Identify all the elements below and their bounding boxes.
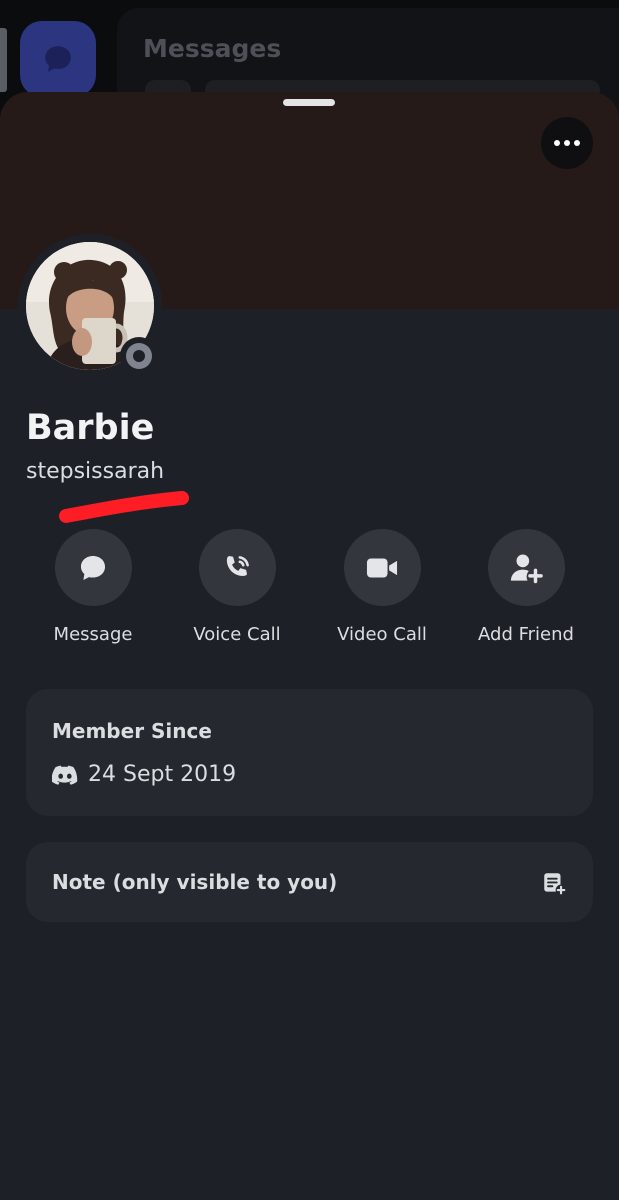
message-label: Message	[53, 624, 133, 645]
add-friend-button[interactable]	[487, 529, 565, 606]
add-friend-action[interactable]: Add Friend	[451, 529, 601, 645]
direct-messages-button[interactable]	[20, 21, 96, 97]
phone-icon	[226, 555, 249, 576]
member-since-card: Member Since 24 Sept 2019	[26, 689, 593, 816]
more-dots-icon	[554, 140, 560, 146]
discord-icon	[52, 765, 78, 785]
note-card[interactable]: Note (only visible to you)	[26, 842, 593, 922]
status-indicator	[120, 337, 158, 375]
username[interactable]: stepsissarah	[26, 459, 164, 484]
more-dots-icon-part	[564, 140, 570, 146]
messages-title: Messages	[143, 34, 282, 63]
offline-status-icon	[126, 343, 152, 369]
video-call-button[interactable]	[343, 529, 421, 606]
voice-call-label: Voice Call	[193, 624, 281, 645]
avatar-container[interactable]	[18, 234, 162, 378]
video-icon	[366, 558, 398, 577]
more-options-button[interactable]	[541, 117, 593, 169]
video-call-label: Video Call	[337, 624, 427, 645]
server-selection-indicator	[0, 28, 7, 92]
note-add-icon[interactable]	[541, 870, 567, 896]
drag-handle[interactable]	[283, 99, 335, 106]
redaction-scribble	[59, 491, 189, 523]
voice-call-action[interactable]: Voice Call	[162, 529, 312, 645]
member-since-row: 24 Sept 2019	[52, 762, 236, 787]
message-button[interactable]	[54, 529, 132, 606]
status-icon-hole	[133, 350, 145, 362]
add-friend-icon	[510, 554, 543, 583]
profile-sheet: Barbie stepsissarah Message Voice Call V…	[0, 92, 619, 1200]
note-label: Note (only visible to you)	[52, 870, 338, 894]
profile-actions: Message Voice Call Video Call Add Friend	[0, 529, 619, 649]
voice-call-button[interactable]	[198, 529, 276, 606]
video-call-action[interactable]: Video Call	[307, 529, 457, 645]
chat-bubble-icon	[45, 46, 71, 72]
add-friend-label: Add Friend	[478, 624, 574, 645]
more-dots-icon-part	[574, 140, 580, 146]
display-name: Barbie	[26, 408, 155, 448]
message-action[interactable]: Message	[18, 529, 168, 645]
member-since-date: 24 Sept 2019	[88, 762, 237, 787]
member-since-title: Member Since	[52, 719, 212, 743]
message-icon	[80, 555, 106, 580]
